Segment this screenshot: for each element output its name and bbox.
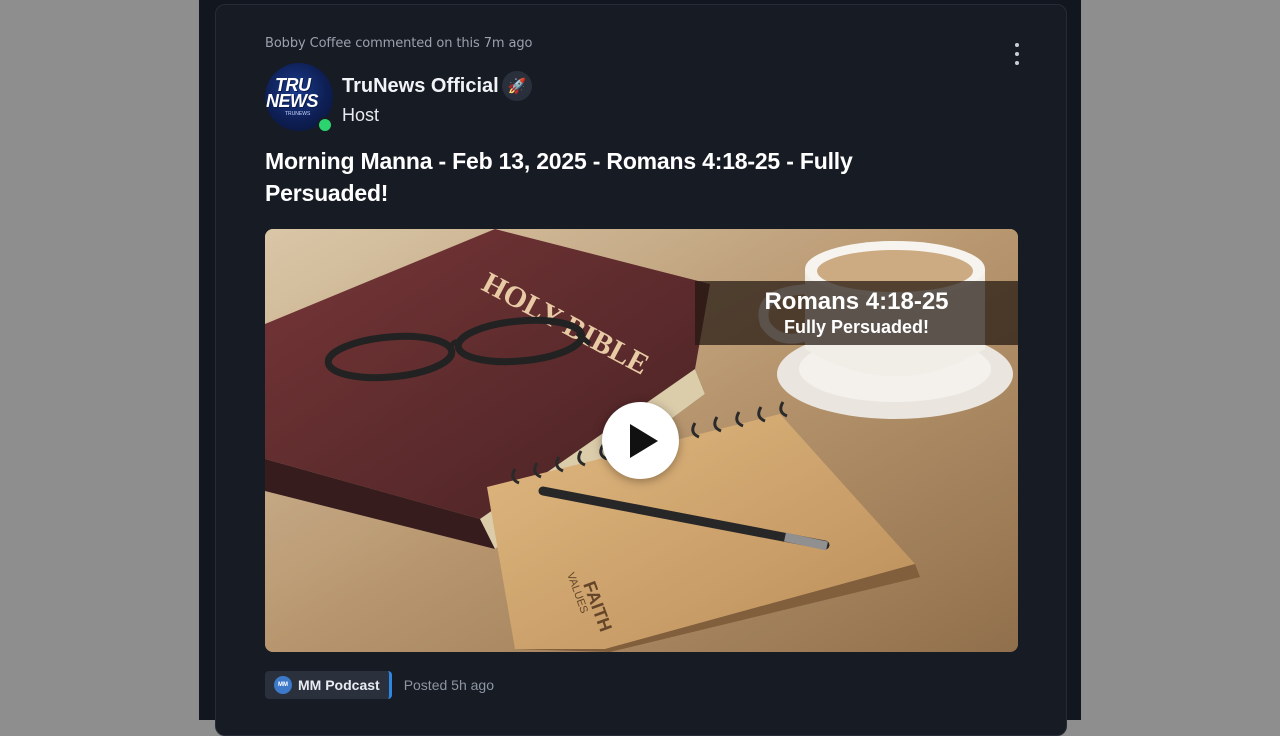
- category-chip[interactable]: MM MM Podcast: [265, 671, 392, 699]
- feed-column: Bobby Coffee commented on this 7m ago TR…: [199, 0, 1081, 736]
- play-icon: [629, 423, 658, 458]
- online-status-indicator: [317, 117, 333, 133]
- avatar-logo-line3: TRUNEWS: [285, 111, 311, 117]
- category-label: MM Podcast: [298, 677, 380, 693]
- post-footer: MM MM Podcast Posted 5h ago: [265, 671, 494, 699]
- overlay-subtitle: Fully Persuaded!: [783, 317, 930, 337]
- overlay-title: Romans 4:18-25: [764, 288, 949, 315]
- video-thumbnail[interactable]: HOLY BIBLE FAITH VALUES Romans 4:18-25 F…: [265, 229, 1018, 652]
- avatar-logo-line2: NEWS: [266, 91, 319, 111]
- more-vertical-icon[interactable]: [1007, 41, 1027, 67]
- author-name[interactable]: TruNews Official: [342, 75, 499, 98]
- post-title[interactable]: Morning Manna - Feb 13, 2025 - Romans 4:…: [265, 145, 965, 209]
- posted-time: Posted 5h ago: [403, 677, 494, 693]
- activity-text: Bobby Coffee commented on this 7m ago: [265, 36, 533, 51]
- rocket-icon: 🚀: [502, 71, 532, 101]
- post-card: Bobby Coffee commented on this 7m ago TR…: [215, 4, 1067, 736]
- play-button[interactable]: [602, 402, 679, 479]
- author-role: Host: [342, 105, 380, 125]
- podcast-icon: MM: [274, 676, 292, 694]
- video-overlay-banner: Romans 4:18-25 Fully Persuaded!: [695, 281, 1018, 345]
